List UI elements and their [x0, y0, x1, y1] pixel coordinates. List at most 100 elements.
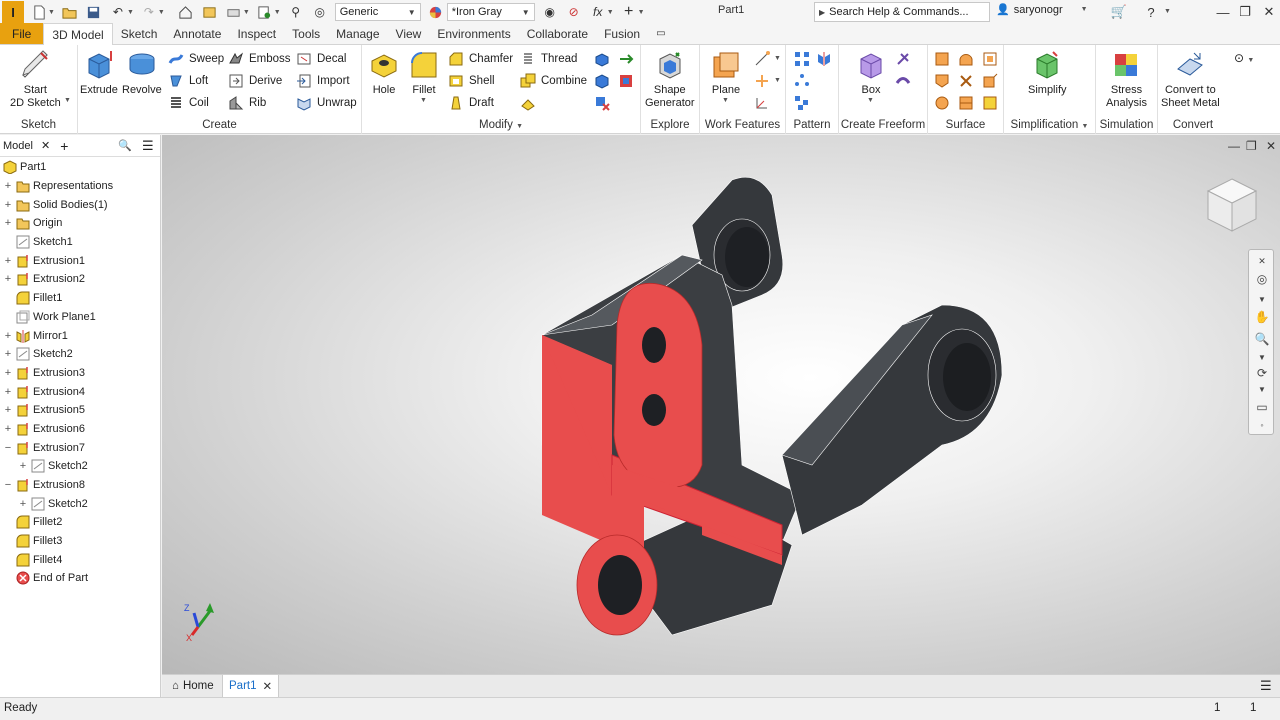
add-icon[interactable]: +	[620, 3, 638, 21]
select-mode-icon[interactable]: ⚲	[287, 3, 305, 21]
tree-node[interactable]: + Extrusion3	[0, 364, 160, 383]
loft-button[interactable]: Loft	[168, 72, 208, 90]
update-icon[interactable]	[256, 3, 274, 21]
extend-icon[interactable]	[982, 73, 998, 89]
tree-node[interactable]: Work Plane1	[0, 308, 160, 327]
tab-collaborate[interactable]: Collaborate	[519, 23, 596, 44]
add-browser-icon[interactable]: +	[60, 138, 68, 154]
shape-generator-button[interactable]: Shape Generator	[645, 49, 695, 110]
restore-view-icon[interactable]: ❐	[1246, 139, 1257, 153]
look-at-icon[interactable]: ▭	[1253, 398, 1271, 416]
delete-face-icon[interactable]	[594, 95, 610, 111]
search-icon[interactable]: 🔍	[118, 139, 132, 152]
zoom-icon[interactable]: 🔍	[1253, 330, 1271, 348]
unwrap-button[interactable]: Unwrap	[296, 94, 357, 112]
tree-node[interactable]: + Extrusion1	[0, 251, 160, 270]
boundary-patch-icon[interactable]	[934, 95, 950, 111]
expand-toggle-icon[interactable]: +	[3, 386, 13, 398]
expand-toggle-icon[interactable]: +	[3, 217, 13, 229]
tree-node[interactable]: Fillet1	[0, 289, 160, 308]
new-file-icon[interactable]	[30, 3, 48, 21]
minimize-button[interactable]: —	[1212, 2, 1234, 22]
expand-toggle-icon[interactable]: +	[18, 498, 28, 510]
tree-node[interactable]: + Solid Bodies(1)	[0, 195, 160, 214]
adjust-icon[interactable]: ◉	[541, 3, 559, 21]
tab-tools[interactable]: Tools	[284, 23, 328, 44]
tree-node[interactable]: + Sketch2	[0, 494, 160, 513]
tree-node[interactable]: End of Part	[0, 569, 160, 588]
chevron-down-icon[interactable]: ▼	[867, 97, 874, 104]
import-button[interactable]: Import	[296, 72, 350, 90]
part-model-3d[interactable]	[532, 165, 1022, 645]
tree-node[interactable]: − Extrusion8	[0, 476, 160, 495]
tree-node[interactable]: + Origin	[0, 214, 160, 233]
thicken-icon[interactable]	[618, 73, 634, 89]
chevron-down-icon[interactable]: ▼	[64, 97, 71, 104]
parameters-dropdown-icon[interactable]: ▼	[607, 9, 614, 16]
trim-icon[interactable]	[958, 73, 974, 89]
tab-3d-model[interactable]: 3D Model	[43, 23, 113, 45]
customize-dropdown-icon[interactable]: ▼	[638, 9, 645, 16]
close-icon[interactable]: ✕	[41, 139, 50, 152]
tab-inspect[interactable]: Inspect	[229, 23, 284, 44]
tab-fusion[interactable]: Fusion	[596, 23, 648, 44]
tab-home[interactable]: ⌂ Home	[166, 675, 220, 697]
pan-icon[interactable]: ✋	[1253, 308, 1271, 326]
help-icon[interactable]: ?	[1140, 2, 1162, 22]
print-icon[interactable]	[225, 3, 243, 21]
save-icon[interactable]	[85, 3, 103, 21]
tree-node[interactable]: + Extrusion5	[0, 401, 160, 420]
extrude-button[interactable]: Extrude	[80, 49, 118, 97]
projects-icon[interactable]	[201, 3, 219, 21]
tree-node[interactable]: + Extrusion2	[0, 270, 160, 289]
clear-appearance-icon[interactable]: ⊘	[565, 3, 583, 21]
viewcube[interactable]	[1202, 175, 1262, 237]
user-menu[interactable]: 👤 saryonogr ▼	[996, 3, 1088, 17]
tree-node[interactable]: + Mirror1	[0, 326, 160, 345]
sculpt-icon[interactable]	[982, 51, 998, 67]
update-dropdown-icon[interactable]: ▼	[274, 9, 281, 16]
patch-icon[interactable]	[934, 73, 950, 89]
expand-toggle-icon[interactable]: +	[3, 423, 13, 435]
thicken-offset-icon[interactable]	[934, 51, 950, 67]
tree-node[interactable]: + Extrusion6	[0, 420, 160, 439]
home-icon[interactable]	[177, 3, 195, 21]
chevron-down-icon[interactable]: ▼	[1082, 123, 1089, 130]
open-icon[interactable]	[61, 3, 79, 21]
tab-part1[interactable]: Part1 ✕	[222, 675, 280, 697]
replace-face-icon[interactable]	[982, 95, 998, 111]
redo-dropdown-icon[interactable]: ▼	[158, 9, 165, 16]
customize-icon[interactable]: ◦	[1253, 416, 1271, 434]
fillet-button[interactable]: Fillet	[408, 49, 440, 97]
browser-tab-model[interactable]: Model	[3, 140, 33, 152]
color-sphere-icon[interactable]	[427, 3, 445, 21]
undo-icon[interactable]: ↶	[109, 3, 127, 21]
close-icon[interactable]: ✕	[1253, 252, 1271, 270]
expand-toggle-icon[interactable]: +	[3, 273, 13, 285]
ruled-surface-icon[interactable]	[958, 95, 974, 111]
expand-toggle-icon[interactable]: +	[3, 199, 13, 211]
axis-icon[interactable]	[754, 51, 770, 67]
minimize-view-icon[interactable]: —	[1228, 139, 1240, 153]
stitch-icon[interactable]	[958, 51, 974, 67]
tab-view[interactable]: View	[388, 23, 430, 44]
expand-toggle-icon[interactable]: +	[3, 404, 13, 416]
ribbon-options-icon[interactable]: ⊙ ▼	[1234, 51, 1254, 65]
expand-toggle-icon[interactable]: +	[3, 330, 13, 342]
draft-button[interactable]: Draft	[448, 94, 494, 112]
chevron-down-icon[interactable]: ▼	[1253, 290, 1271, 308]
chevron-down-icon[interactable]: ▼	[1253, 380, 1271, 398]
tree-node[interactable]: Fillet2	[0, 513, 160, 532]
expand-toggle-icon[interactable]: +	[3, 255, 13, 267]
menu-icon[interactable]: ☰	[142, 138, 154, 154]
chevron-down-icon[interactable]: ▼	[420, 97, 427, 104]
tab-manage[interactable]: Manage	[328, 23, 387, 44]
point-dropdown-icon[interactable]: ▼	[774, 77, 781, 84]
ucs-icon[interactable]	[754, 95, 770, 111]
simplify-button[interactable]: Simplify	[1028, 49, 1067, 97]
graphics-window[interactable]: — ❐ ✕ ✕ ◎ ▼ ✋ 🔍 ▼ ⟳ ▼ ▭ ◦ Z X	[162, 135, 1280, 674]
tab-file[interactable]: File	[0, 23, 44, 44]
tree-node[interactable]: − Extrusion7	[0, 438, 160, 457]
freeform-surface-icon[interactable]	[895, 73, 911, 89]
tree-node[interactable]: + Representations	[0, 177, 160, 196]
